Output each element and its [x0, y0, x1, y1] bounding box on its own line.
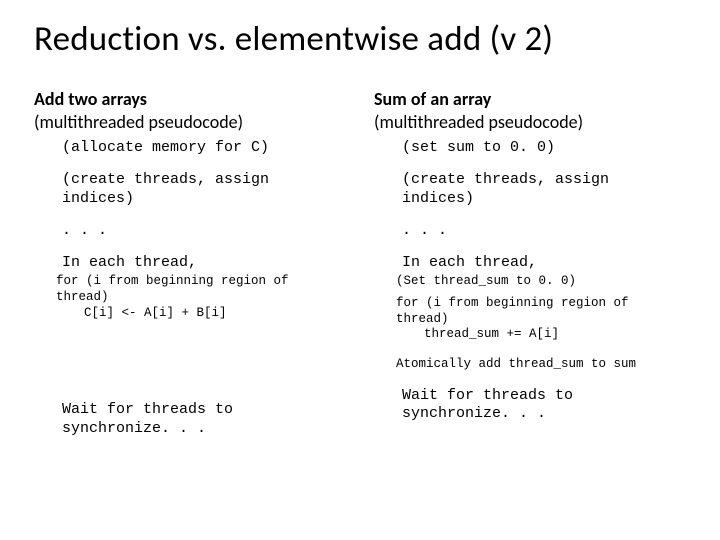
- text-line: indices): [402, 190, 686, 208]
- text-line: Wait for threads to: [62, 401, 346, 419]
- left-heading-rest: (multithreaded pseudocode): [34, 111, 243, 133]
- text-line: indices): [62, 190, 346, 208]
- text-line: thread_sum += A[i]: [424, 327, 686, 343]
- right-atomic: Atomically add thread_sum to sum: [396, 357, 686, 373]
- left-heading-bold: Add two arrays: [34, 88, 147, 110]
- left-column: Add two arrays (multithreaded pseudocode…: [34, 88, 346, 438]
- right-ellipsis: . . .: [402, 222, 686, 240]
- left-wait: Wait for threads to synchronize. . .: [62, 401, 346, 438]
- columns: Add two arrays (multithreaded pseudocode…: [34, 88, 686, 438]
- left-in-each-thread: In each thread,: [62, 254, 346, 272]
- right-column: Sum of an array (multithreaded pseudocod…: [374, 88, 686, 438]
- text-line: synchronize. . .: [402, 405, 686, 423]
- left-ellipsis: . . .: [62, 222, 346, 240]
- right-heading-bold: Sum of an array: [374, 88, 491, 110]
- text-line: (create threads, assign: [62, 171, 346, 189]
- text-line: (create threads, assign: [402, 171, 686, 189]
- left-heading: Add two arrays (multithreaded pseudocode…: [34, 88, 346, 133]
- slide: Reduction vs. elementwise add (v 2) Add …: [0, 0, 720, 540]
- text-line: (Set thread_sum to 0. 0): [396, 274, 686, 290]
- left-thread-body: for (i from beginning region of thread) …: [56, 274, 346, 321]
- text-line: Wait for threads to: [402, 387, 686, 405]
- text-line: for (i from beginning region of: [396, 296, 686, 312]
- right-heading: Sum of an array (multithreaded pseudocod…: [374, 88, 686, 133]
- left-create-threads: (create threads, assign indices): [62, 171, 346, 208]
- right-create-threads: (create threads, assign indices): [402, 171, 686, 208]
- text-line: synchronize. . .: [62, 420, 346, 438]
- slide-title: Reduction vs. elementwise add (v 2): [34, 18, 686, 60]
- text-line: for (i from beginning region of: [56, 274, 346, 290]
- text-line: thread): [396, 312, 686, 328]
- right-set-sum: (set sum to 0. 0): [402, 139, 686, 157]
- text-line: thread): [56, 290, 346, 306]
- right-wait: Wait for threads to synchronize. . .: [402, 387, 686, 424]
- right-heading-rest: (multithreaded pseudocode): [374, 111, 583, 133]
- text-line: C[i] <- A[i] + B[i]: [84, 306, 346, 322]
- left-alloc: (allocate memory for C): [62, 139, 346, 157]
- right-in-each-thread: In each thread,: [402, 254, 686, 272]
- right-thread-body: (Set thread_sum to 0. 0) for (i from beg…: [396, 274, 686, 372]
